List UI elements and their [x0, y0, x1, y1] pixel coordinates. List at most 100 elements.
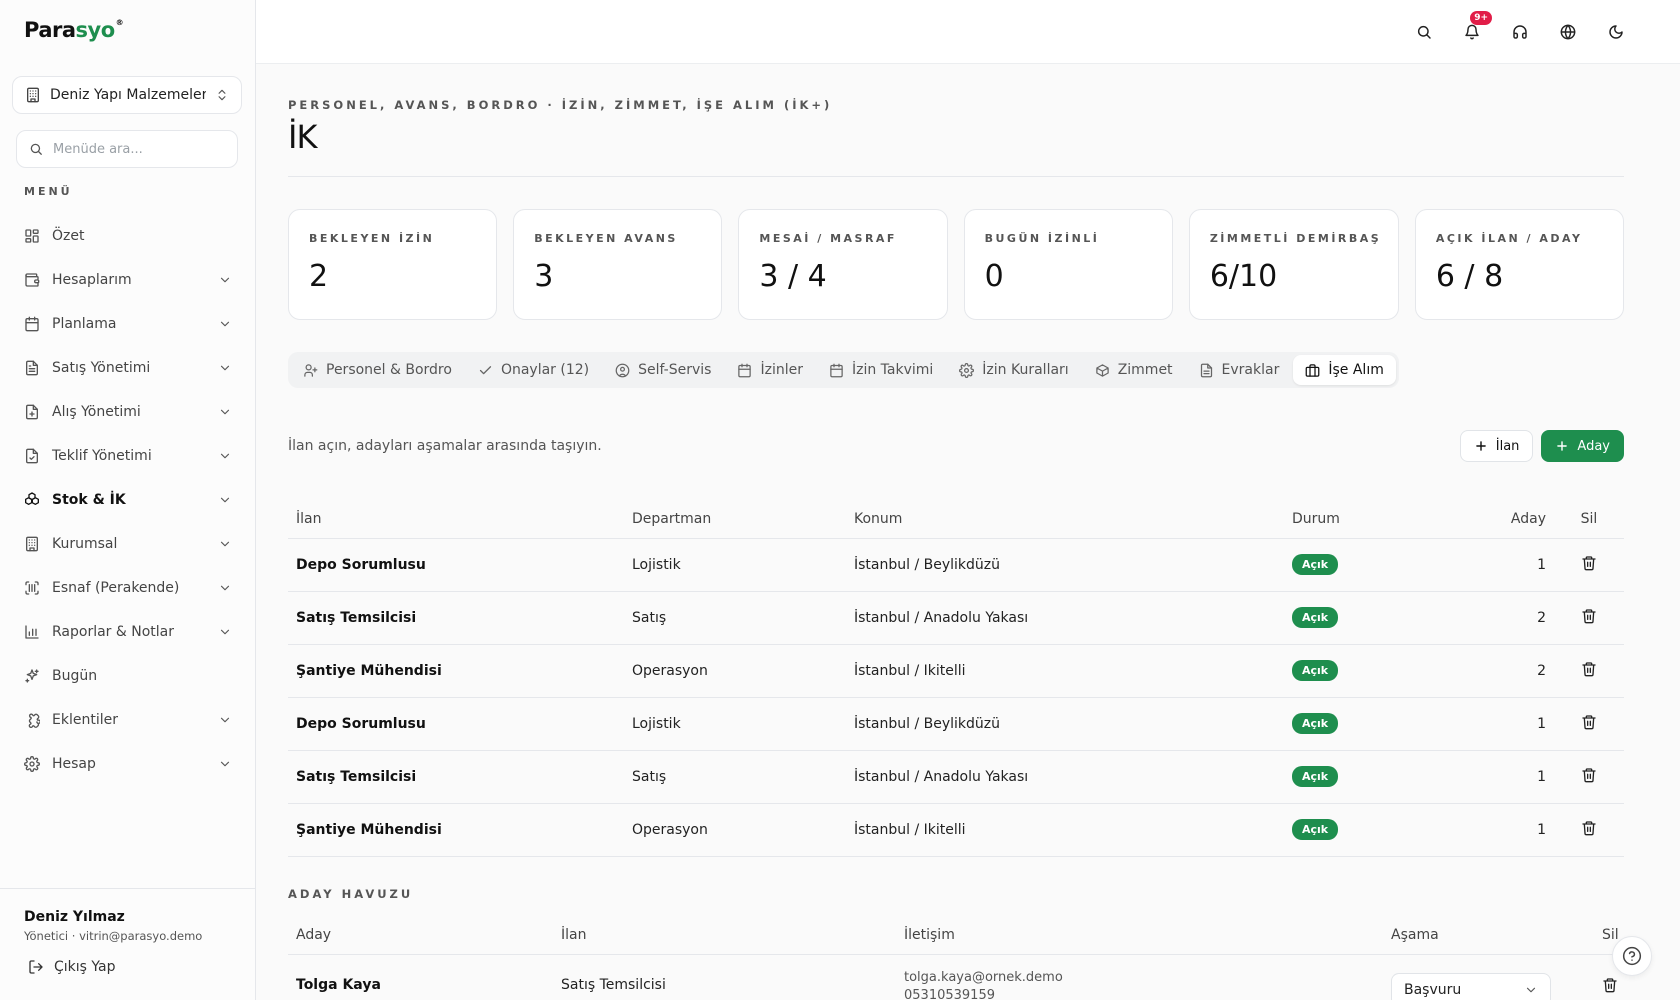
notifications-button[interactable]: 9+ — [1456, 11, 1492, 48]
language-button[interactable] — [1552, 16, 1584, 48]
chevron-down-icon — [220, 321, 230, 327]
posting-title: Şantiye Mühendisi — [288, 803, 624, 857]
search-button[interactable] — [1408, 16, 1440, 48]
department: Satış — [624, 591, 846, 645]
contact-cell: tolga.kaya@ornek.demo 05310539159 — [896, 954, 1383, 1000]
candidate-pool-table: Aday İlan İletişim Aşama Sil Tolga Kaya S… — [288, 916, 1624, 1000]
status-badge: Açık — [1292, 819, 1339, 840]
sidebar-item[interactable]: Özet — [12, 214, 244, 258]
search-icon — [1417, 25, 1431, 39]
moon-icon — [1609, 25, 1623, 39]
sidebar-item[interactable]: Esnaf (Perakende) — [12, 566, 244, 610]
sidebar-item-label: Hesaplarım — [52, 272, 132, 288]
divider — [288, 176, 1624, 177]
users-icon — [304, 363, 318, 377]
tab[interactable]: İşe Alım — [1293, 355, 1396, 385]
tab[interactable]: Evraklar — [1187, 355, 1292, 385]
sidebar-item[interactable]: Planlama — [12, 302, 244, 346]
sidebar-item-label: Bugün — [52, 668, 98, 684]
contact-email[interactable]: tolga.kaya@ornek.demo — [904, 969, 1375, 987]
trash-icon — [1582, 661, 1596, 676]
logo[interactable]: Parasyo® — [24, 18, 124, 42]
tab-label: Self-Servis — [638, 362, 712, 378]
sidebar-item[interactable]: Bugün — [12, 654, 244, 698]
tab-label: Evraklar — [1221, 362, 1280, 378]
page-eyebrow: PERSONEL, AVANS, BORDRO · İZİN, ZİMMET, … — [288, 98, 833, 112]
sidebar-item[interactable]: Hesap — [12, 742, 244, 786]
sidebar-item-label: Planlama — [52, 316, 117, 332]
stat-value: 3 — [534, 259, 554, 294]
table-row[interactable]: Şantiye Mühendisi Operasyon İstanbul / Iki… — [288, 644, 1624, 698]
department: Lojistik — [624, 538, 846, 592]
user-role: Yönetici · vitrin@parasyo.demo — [24, 929, 203, 943]
sidebar-item[interactable]: Kurumsal — [12, 522, 244, 566]
location: İstanbul / Beylikdüzü — [846, 538, 1284, 592]
tab[interactable]: İzin Takvimi — [817, 355, 945, 385]
check-icon — [479, 365, 492, 374]
support-button[interactable] — [1504, 16, 1536, 48]
user-name: Deniz Yılmaz — [24, 909, 125, 925]
sidebar-item[interactable]: Teklif Yönetimi — [12, 434, 244, 478]
table-row[interactable]: Depo Sorumlusu Lojistik İstanbul / Beylikd… — [288, 538, 1624, 592]
sidebar-item[interactable]: Stok & İK — [12, 478, 244, 522]
add-posting-button[interactable]: İlan — [1459, 430, 1534, 462]
posting-title: Şantiye Mühendisi — [288, 644, 624, 698]
tab[interactable]: Self-Servis — [603, 355, 723, 385]
table-row[interactable]: Tolga Kaya Satış Temsilcisi tolga.kaya@orn… — [288, 954, 1624, 1000]
menu-search-input[interactable] — [53, 141, 213, 157]
tab[interactable]: İzin Kuralları — [947, 355, 1080, 385]
table-row[interactable]: Şantiye Mühendisi Operasyon İstanbul / Iki… — [288, 803, 1624, 857]
tab-label: Onaylar (12) — [500, 362, 590, 378]
help-button[interactable] — [1612, 936, 1652, 976]
stat-card: MESAİ / MASRAF 3 / 4 — [738, 209, 948, 320]
delete-button[interactable] — [1554, 538, 1624, 592]
posting-title: Satış Temsilcisi — [288, 750, 624, 804]
candidate-posting: Satış Temsilcisi — [553, 954, 896, 1000]
status-badge: Açık — [1292, 607, 1339, 628]
trash-icon — [1582, 714, 1596, 729]
user-circle-icon — [615, 363, 630, 377]
status-cell: Açık — [1284, 697, 1464, 751]
stat-value: 6 / 8 — [1435, 259, 1504, 294]
col-delete: Sil — [1554, 500, 1624, 539]
sidebar-item[interactable]: Eklentiler — [12, 698, 244, 742]
search-icon — [30, 143, 42, 155]
delete-button[interactable] — [1554, 591, 1624, 645]
delete-button[interactable] — [1554, 697, 1624, 751]
delete-button[interactable] — [1554, 644, 1624, 698]
sidebar-item[interactable]: Raporlar & Notlar — [12, 610, 244, 654]
company-name: Deniz Yapı Malzemeleri... — [50, 87, 206, 103]
candidate-count: 2 — [1464, 644, 1554, 698]
sidebar-item[interactable]: Satış Yönetimi — [12, 346, 244, 390]
table-row[interactable]: Depo Sorumlusu Lojistik İstanbul / Beylikd… — [288, 697, 1624, 751]
job-postings-table: İlan Departman Konum Durum Aday Sil Depo… — [288, 500, 1624, 857]
logo-mark: ® — [115, 18, 124, 27]
delete-button[interactable] — [1554, 803, 1624, 857]
chevron-down-icon — [220, 453, 230, 459]
stat-value: 2 — [309, 259, 329, 294]
stage-select[interactable]: Başvuru — [1391, 973, 1551, 1000]
tab[interactable]: Personel & Bordro — [291, 355, 464, 385]
tab[interactable]: Zimmet — [1083, 355, 1185, 385]
trash-icon — [1582, 608, 1596, 623]
sidebar-item[interactable]: Alış Yönetimi — [12, 390, 244, 434]
table-row[interactable]: Satış Temsilcisi Satış İstanbul / Anadolu … — [288, 591, 1624, 645]
tab-label: İzin Kuralları — [982, 362, 1069, 378]
sidebar-item[interactable]: Hesaplarım — [12, 258, 244, 302]
theme-toggle[interactable] — [1600, 16, 1632, 48]
tab[interactable]: Onaylar (12) — [466, 355, 601, 385]
table-row[interactable]: Satış Temsilcisi Satış İstanbul / Anadolu … — [288, 750, 1624, 804]
trash-icon — [1603, 978, 1617, 993]
puzzle-icon — [28, 713, 40, 728]
company-switcher[interactable]: Deniz Yapı Malzemeleri... — [12, 76, 242, 114]
add-candidate-button[interactable]: Aday — [1541, 430, 1624, 462]
posting-title: Depo Sorumlusu — [288, 697, 624, 751]
gear-icon — [959, 362, 975, 378]
sidebar-item-label: Kurumsal — [52, 536, 118, 552]
tab-label: İşe Alım — [1328, 362, 1384, 378]
table-header-row: İlan Departman Konum Durum Aday Sil — [288, 500, 1624, 539]
logout-button[interactable]: Çıkış Yap — [28, 959, 232, 975]
delete-button[interactable] — [1554, 750, 1624, 804]
tab[interactable]: İzinler — [725, 355, 815, 385]
briefcase-icon — [1305, 363, 1320, 377]
